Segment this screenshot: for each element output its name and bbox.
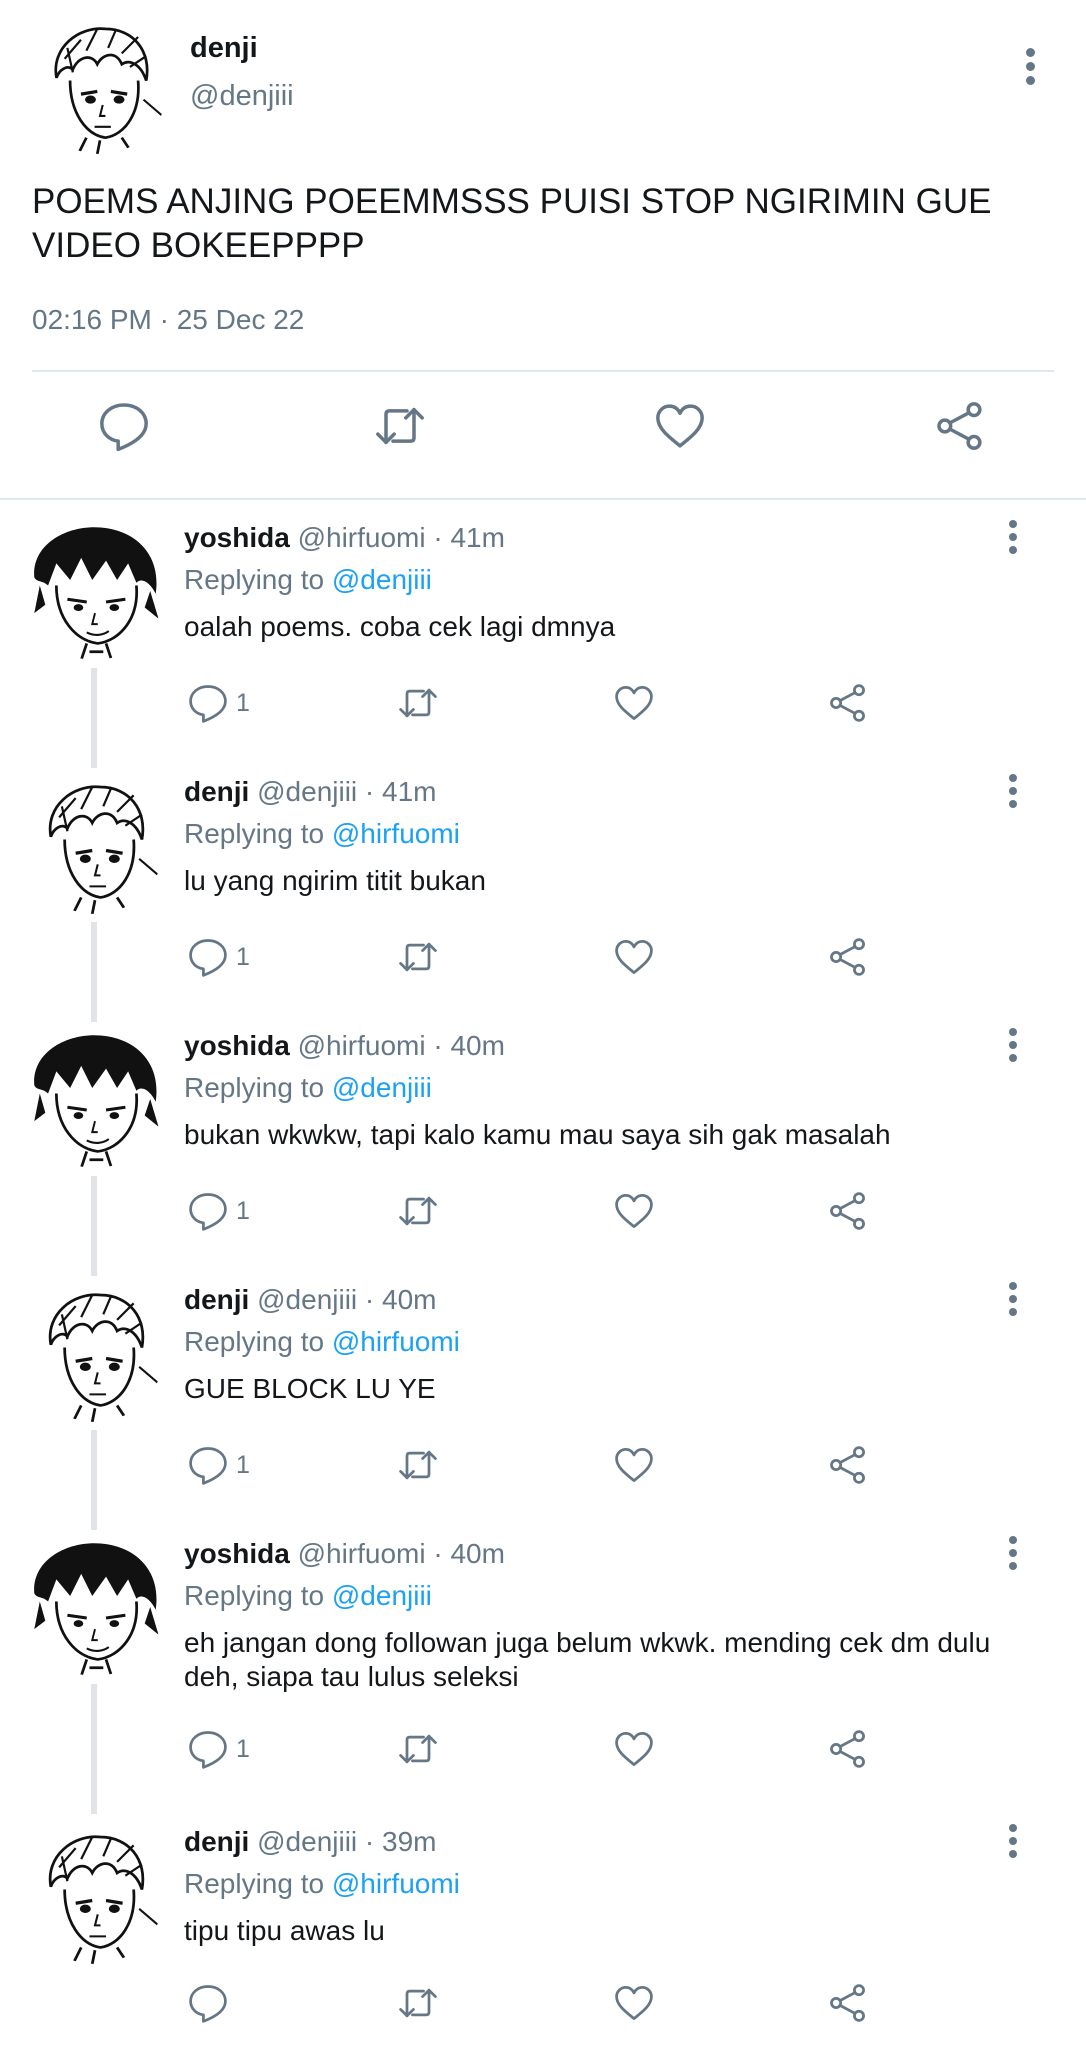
reply-author-name[interactable]: yoshida xyxy=(184,522,290,553)
share-icon[interactable] xyxy=(932,398,996,462)
avatar[interactable] xyxy=(26,1284,164,1422)
comment-count: 1 xyxy=(236,1450,250,1479)
comment-icon[interactable] xyxy=(96,398,160,462)
author-handle[interactable]: @denjiii xyxy=(190,80,294,113)
more-icon[interactable] xyxy=(1005,1824,1021,1864)
divider xyxy=(0,498,1086,500)
avatar[interactable] xyxy=(26,522,164,660)
reply-handle-time: @denjiii · 41m xyxy=(257,776,437,807)
comment-icon[interactable]: 1 xyxy=(186,1186,250,1236)
like-icon[interactable] xyxy=(652,398,716,462)
reply-author-name[interactable]: denji xyxy=(184,1284,249,1315)
reply-text: oalah poems. coba cek lagi dmnya xyxy=(184,611,616,642)
like-icon[interactable] xyxy=(612,1978,656,2028)
share-icon[interactable] xyxy=(826,1186,870,1236)
more-icon[interactable] xyxy=(1005,1536,1021,1576)
yoshida-avatar-image xyxy=(26,1030,164,1168)
reply-author-name[interactable]: yoshida xyxy=(184,1030,290,1061)
share-icon[interactable] xyxy=(826,1440,870,1490)
denji-avatar-image xyxy=(32,18,168,154)
replying-to-label: Replying to xyxy=(184,818,332,849)
replying-to-label: Replying to xyxy=(184,1868,332,1899)
reply-text: GUE BLOCK LU YE xyxy=(184,1373,436,1404)
comment-icon[interactable] xyxy=(186,1978,236,2028)
reply-text: bukan wkwkw, tapi kalo kamu mau saya sih… xyxy=(184,1119,891,1150)
yoshida-avatar-image xyxy=(26,1538,164,1676)
like-icon[interactable] xyxy=(612,1440,656,1490)
avatar[interactable] xyxy=(26,1826,164,1964)
comment-icon[interactable]: 1 xyxy=(186,678,250,728)
like-icon[interactable] xyxy=(612,1724,656,1774)
more-icon[interactable] xyxy=(1005,1028,1021,1068)
reply-item[interactable]: yoshida @hirfuomi · 40m Replying to @den… xyxy=(0,1526,1086,1806)
replying-to-mention[interactable]: @hirfuomi xyxy=(332,1326,460,1357)
like-icon[interactable] xyxy=(612,1186,656,1236)
retweet-icon[interactable] xyxy=(372,398,436,462)
replying-to-mention[interactable]: @hirfuomi xyxy=(332,1868,460,1899)
replying-to-label: Replying to xyxy=(184,564,332,595)
reply-item[interactable]: denji @denjiii · 40m Replying to @hirfuo… xyxy=(0,1272,1086,1522)
avatar[interactable] xyxy=(26,776,164,914)
retweet-icon[interactable] xyxy=(396,1724,440,1774)
share-icon[interactable] xyxy=(826,1978,870,2028)
reply-text: lu yang ngirim titit bukan xyxy=(184,865,486,896)
retweet-icon[interactable] xyxy=(396,932,440,982)
avatar[interactable] xyxy=(26,1538,164,1676)
reply-handle-time: @hirfuomi · 40m xyxy=(297,1538,505,1569)
more-icon[interactable] xyxy=(1005,774,1021,814)
replying-to-mention[interactable]: @denjiii xyxy=(332,1072,432,1103)
replying-to-label: Replying to xyxy=(184,1580,332,1611)
denji-avatar-image xyxy=(26,776,164,914)
reply-text: tipu tipu awas lu xyxy=(184,1915,385,1946)
reply-author-name[interactable]: denji xyxy=(184,1826,249,1857)
comment-icon[interactable]: 1 xyxy=(186,932,250,982)
replying-to-mention[interactable]: @hirfuomi xyxy=(332,818,460,849)
more-icon[interactable] xyxy=(1022,48,1038,88)
reply-text: eh jangan dong followan juga belum wkwk.… xyxy=(184,1627,991,1692)
share-icon[interactable] xyxy=(826,1724,870,1774)
denji-avatar-image xyxy=(26,1826,164,1964)
comment-count: 1 xyxy=(236,1196,250,1225)
comment-count: 1 xyxy=(236,688,250,717)
reply-handle-time: @denjiii · 39m xyxy=(257,1826,437,1857)
tweet-text: POEMS ANJING POEEMMSSS PUISI STOP NGIRIM… xyxy=(32,182,992,265)
comment-icon[interactable]: 1 xyxy=(186,1440,250,1490)
reply-item[interactable]: denji @denjiii · 39m Replying to @hirfuo… xyxy=(0,1814,1086,2048)
avatar[interactable] xyxy=(32,18,168,154)
comment-icon[interactable]: 1 xyxy=(186,1724,250,1774)
replying-to-label: Replying to xyxy=(184,1072,332,1103)
comment-count: 1 xyxy=(236,942,250,971)
reply-handle-time: @denjiii · 40m xyxy=(257,1284,437,1315)
replying-to-mention[interactable]: @denjiii xyxy=(332,564,432,595)
replying-to-label: Replying to xyxy=(184,1326,332,1357)
yoshida-avatar-image xyxy=(26,522,164,660)
reply-author-name[interactable]: yoshida xyxy=(184,1538,290,1569)
author-name[interactable]: denji xyxy=(190,32,258,65)
more-icon[interactable] xyxy=(1005,1282,1021,1322)
retweet-icon[interactable] xyxy=(396,678,440,728)
reply-item[interactable]: denji @denjiii · 41m Replying to @hirfuo… xyxy=(0,764,1086,1014)
reply-item[interactable]: yoshida @hirfuomi · 40m Replying to @den… xyxy=(0,1018,1086,1268)
divider xyxy=(32,370,1054,372)
reply-item[interactable]: yoshida @hirfuomi · 41m Replying to @den… xyxy=(0,510,1086,760)
reply-handle-time: @hirfuomi · 40m xyxy=(297,1030,505,1061)
avatar[interactable] xyxy=(26,1030,164,1168)
reply-handle-time: @hirfuomi · 41m xyxy=(297,522,505,553)
retweet-icon[interactable] xyxy=(396,1978,440,2028)
share-icon[interactable] xyxy=(826,932,870,982)
like-icon[interactable] xyxy=(612,678,656,728)
tweet-timestamp: 02:16 PM · 25 Dec 22 xyxy=(32,304,305,335)
replying-to-mention[interactable]: @denjiii xyxy=(332,1580,432,1611)
retweet-icon[interactable] xyxy=(396,1186,440,1236)
tweet-actions xyxy=(0,398,1086,468)
more-icon[interactable] xyxy=(1005,520,1021,560)
retweet-icon[interactable] xyxy=(396,1440,440,1490)
share-icon[interactable] xyxy=(826,678,870,728)
reply-author-name[interactable]: denji xyxy=(184,776,249,807)
comment-count: 1 xyxy=(236,1734,250,1763)
like-icon[interactable] xyxy=(612,932,656,982)
denji-avatar-image xyxy=(26,1284,164,1422)
